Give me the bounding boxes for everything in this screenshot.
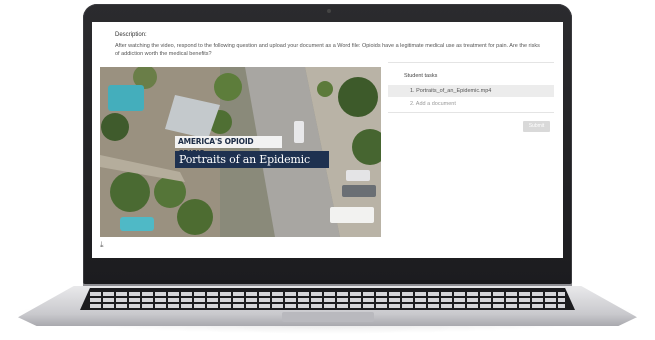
laptop-screen: Description: After watching the video, r… (92, 22, 563, 258)
task-item-label: 1. Portraits_of_an_Epidemic.mp4 (410, 88, 492, 94)
task-item-add-document[interactable]: 2. Add a document (410, 101, 456, 107)
divider (388, 62, 554, 63)
description-label: Description: (115, 32, 147, 38)
laptop-trackpad (282, 312, 374, 322)
student-tasks-panel: Student tasks 1. Portraits_of_an_Epidemi… (388, 62, 554, 252)
keyboard-row (90, 292, 565, 296)
description-text: After watching the video, respond to the… (115, 43, 540, 57)
webcam (327, 9, 331, 13)
keyboard-row (90, 304, 565, 308)
keyboard-row (90, 298, 565, 302)
video-title-line1: AMERICA'S OPIOID CRISIS: (175, 136, 282, 158)
tasks-heading: Student tasks (404, 73, 438, 79)
download-icon[interactable]: ⤓ (100, 241, 108, 249)
video-player[interactable]: AMERICA'S OPIOID CRISIS: Portraits of an… (100, 67, 381, 237)
task-item-video[interactable]: 1. Portraits_of_an_Epidemic.mp4 (388, 85, 554, 97)
submit-button[interactable]: Submit (523, 121, 550, 132)
divider (388, 112, 554, 113)
video-title-line2: Portraits of an Epidemic (175, 151, 329, 168)
